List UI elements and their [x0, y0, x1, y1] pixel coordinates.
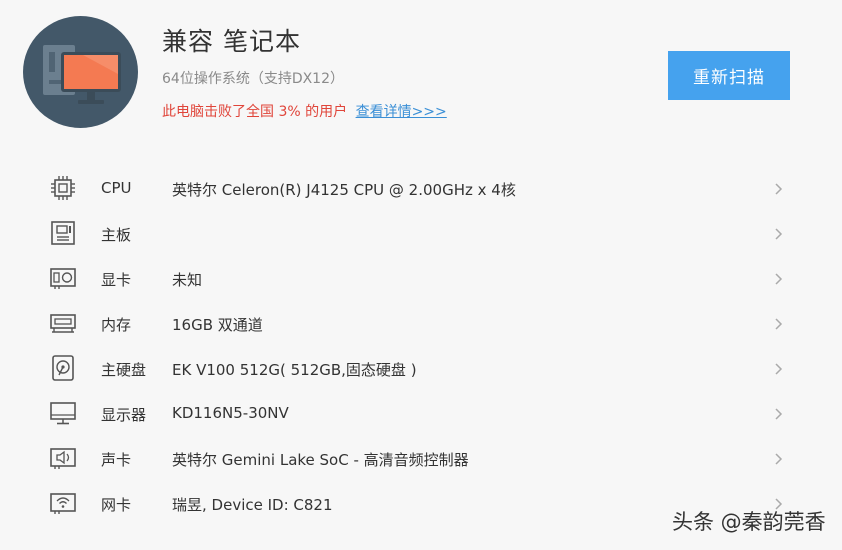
hardware-value: 英特尔 Celeron(R) J4125 CPU @ 2.00GHz x 4核 [172, 181, 516, 199]
hardware-value: 未知 [172, 271, 203, 289]
hardware-row-monitor[interactable]: 显示器 KD116N5-30NV [0, 391, 842, 436]
monitor-icon [50, 402, 76, 425]
chevron-right-icon [775, 318, 783, 330]
chevron-right-icon [775, 408, 783, 420]
chevron-right-icon [775, 363, 783, 375]
hardware-row-memory[interactable]: 内存 16GB 双通道 [0, 301, 842, 346]
hardware-label: 主板 [101, 226, 132, 244]
cpu-icon [51, 176, 75, 200]
hardware-label: 声卡 [101, 451, 132, 469]
hardware-label: 内存 [101, 316, 132, 334]
hardware-list: CPU 英特尔 Celeron(R) J4125 CPU @ 2.00GHz x… [0, 166, 842, 526]
motherboard-icon [51, 221, 75, 245]
chevron-right-icon [775, 228, 783, 240]
watermark: 头条 @秦韵莞香 [672, 510, 826, 534]
chevron-right-icon [775, 453, 783, 465]
graphics-card-icon [50, 268, 76, 289]
sound-card-icon [50, 448, 76, 469]
hardware-value: KD116N5-30NV [172, 404, 289, 422]
hardware-label: 显卡 [101, 271, 132, 289]
hard-disk-icon [52, 355, 74, 381]
hardware-label: 显示器 [101, 406, 147, 424]
rank-line: 此电脑击败了全国 3% 的用户 查看详情>>> [162, 101, 447, 121]
hardware-value: 英特尔 Gemini Lake SoC - 高清音频控制器 [172, 451, 469, 469]
computer-avatar-icon [23, 16, 138, 128]
hardware-value: EK V100 512G( 512GB,固态硬盘 ) [172, 361, 417, 379]
memory-icon [50, 314, 76, 333]
hardware-row-cpu[interactable]: CPU 英特尔 Celeron(R) J4125 CPU @ 2.00GHz x… [0, 166, 842, 211]
hardware-row-graphics[interactable]: 显卡 未知 [0, 256, 842, 301]
hardware-overview-page: 兼容 笔记本 64位操作系统（支持DX12） 此电脑击败了全国 3% 的用户 查… [0, 0, 842, 550]
rescan-button[interactable]: 重新扫描 [668, 51, 790, 100]
hardware-value: 16GB 双通道 [172, 316, 263, 334]
hardware-value: 瑞昱, Device ID: C821 [172, 496, 333, 514]
view-details-link[interactable]: 查看详情>>> [356, 104, 447, 120]
hardware-row-hard-disk[interactable]: 主硬盘 EK V100 512G( 512GB,固态硬盘 ) [0, 346, 842, 391]
hardware-label: 主硬盘 [101, 361, 147, 379]
hardware-label: CPU [101, 179, 132, 197]
hardware-row-sound-card[interactable]: 声卡 英特尔 Gemini Lake SoC - 高清音频控制器 [0, 436, 842, 481]
network-card-icon [50, 493, 76, 514]
hardware-label: 网卡 [101, 496, 132, 514]
hardware-row-motherboard[interactable]: 主板 [0, 211, 842, 256]
page-title: 兼容 笔记本 [162, 27, 301, 56]
rank-text: 此电脑击败了全国 3% 的用户 [162, 104, 348, 120]
os-subtitle: 64位操作系统（支持DX12） [162, 71, 344, 87]
chevron-right-icon [775, 273, 783, 285]
chevron-right-icon [775, 183, 783, 195]
